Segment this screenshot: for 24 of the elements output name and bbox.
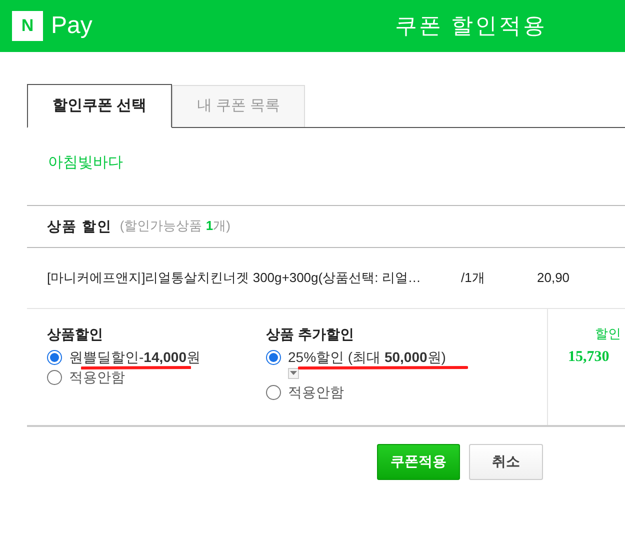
logo-badge: N (12, 11, 43, 41)
cancel-button[interactable]: 취소 (469, 444, 543, 480)
option-label: 적용안함 (288, 383, 344, 402)
group-title: 상품할인 (47, 324, 104, 344)
dropdown-icon[interactable] (288, 368, 299, 378)
option-label: 원쁠딜할인-14,000원 (69, 348, 200, 367)
group-title: 상품 추가할인 (266, 324, 355, 344)
radio-button[interactable] (266, 350, 281, 365)
discount-amount: 15,730 (568, 348, 610, 367)
shop-name: 아침빛바다 (48, 153, 124, 173)
option-label: 적용안함 (69, 368, 125, 387)
product-name: [마니커에프앤지]리얼통살치킨너겟 300g+300g(상품선택: 리얼… (47, 268, 422, 287)
option-label: 25%할인 (최대 50,000원) (288, 348, 446, 367)
discount-label: 할인 (595, 324, 621, 342)
product-price: 20,90 (537, 268, 570, 287)
brand-name: Pay (51, 11, 92, 41)
radio-button[interactable] (266, 385, 281, 400)
radio-button[interactable] (47, 370, 62, 385)
tab[interactable]: 할인쿠폰 선택 (27, 84, 172, 128)
window-title: 쿠폰 할인적용 (395, 12, 548, 40)
radio-button[interactable] (47, 350, 62, 365)
section-title: 상품 할인 (47, 216, 112, 236)
section-note: (할인가능상품 1개) (120, 217, 230, 236)
product-quantity: /1개 (461, 268, 486, 287)
